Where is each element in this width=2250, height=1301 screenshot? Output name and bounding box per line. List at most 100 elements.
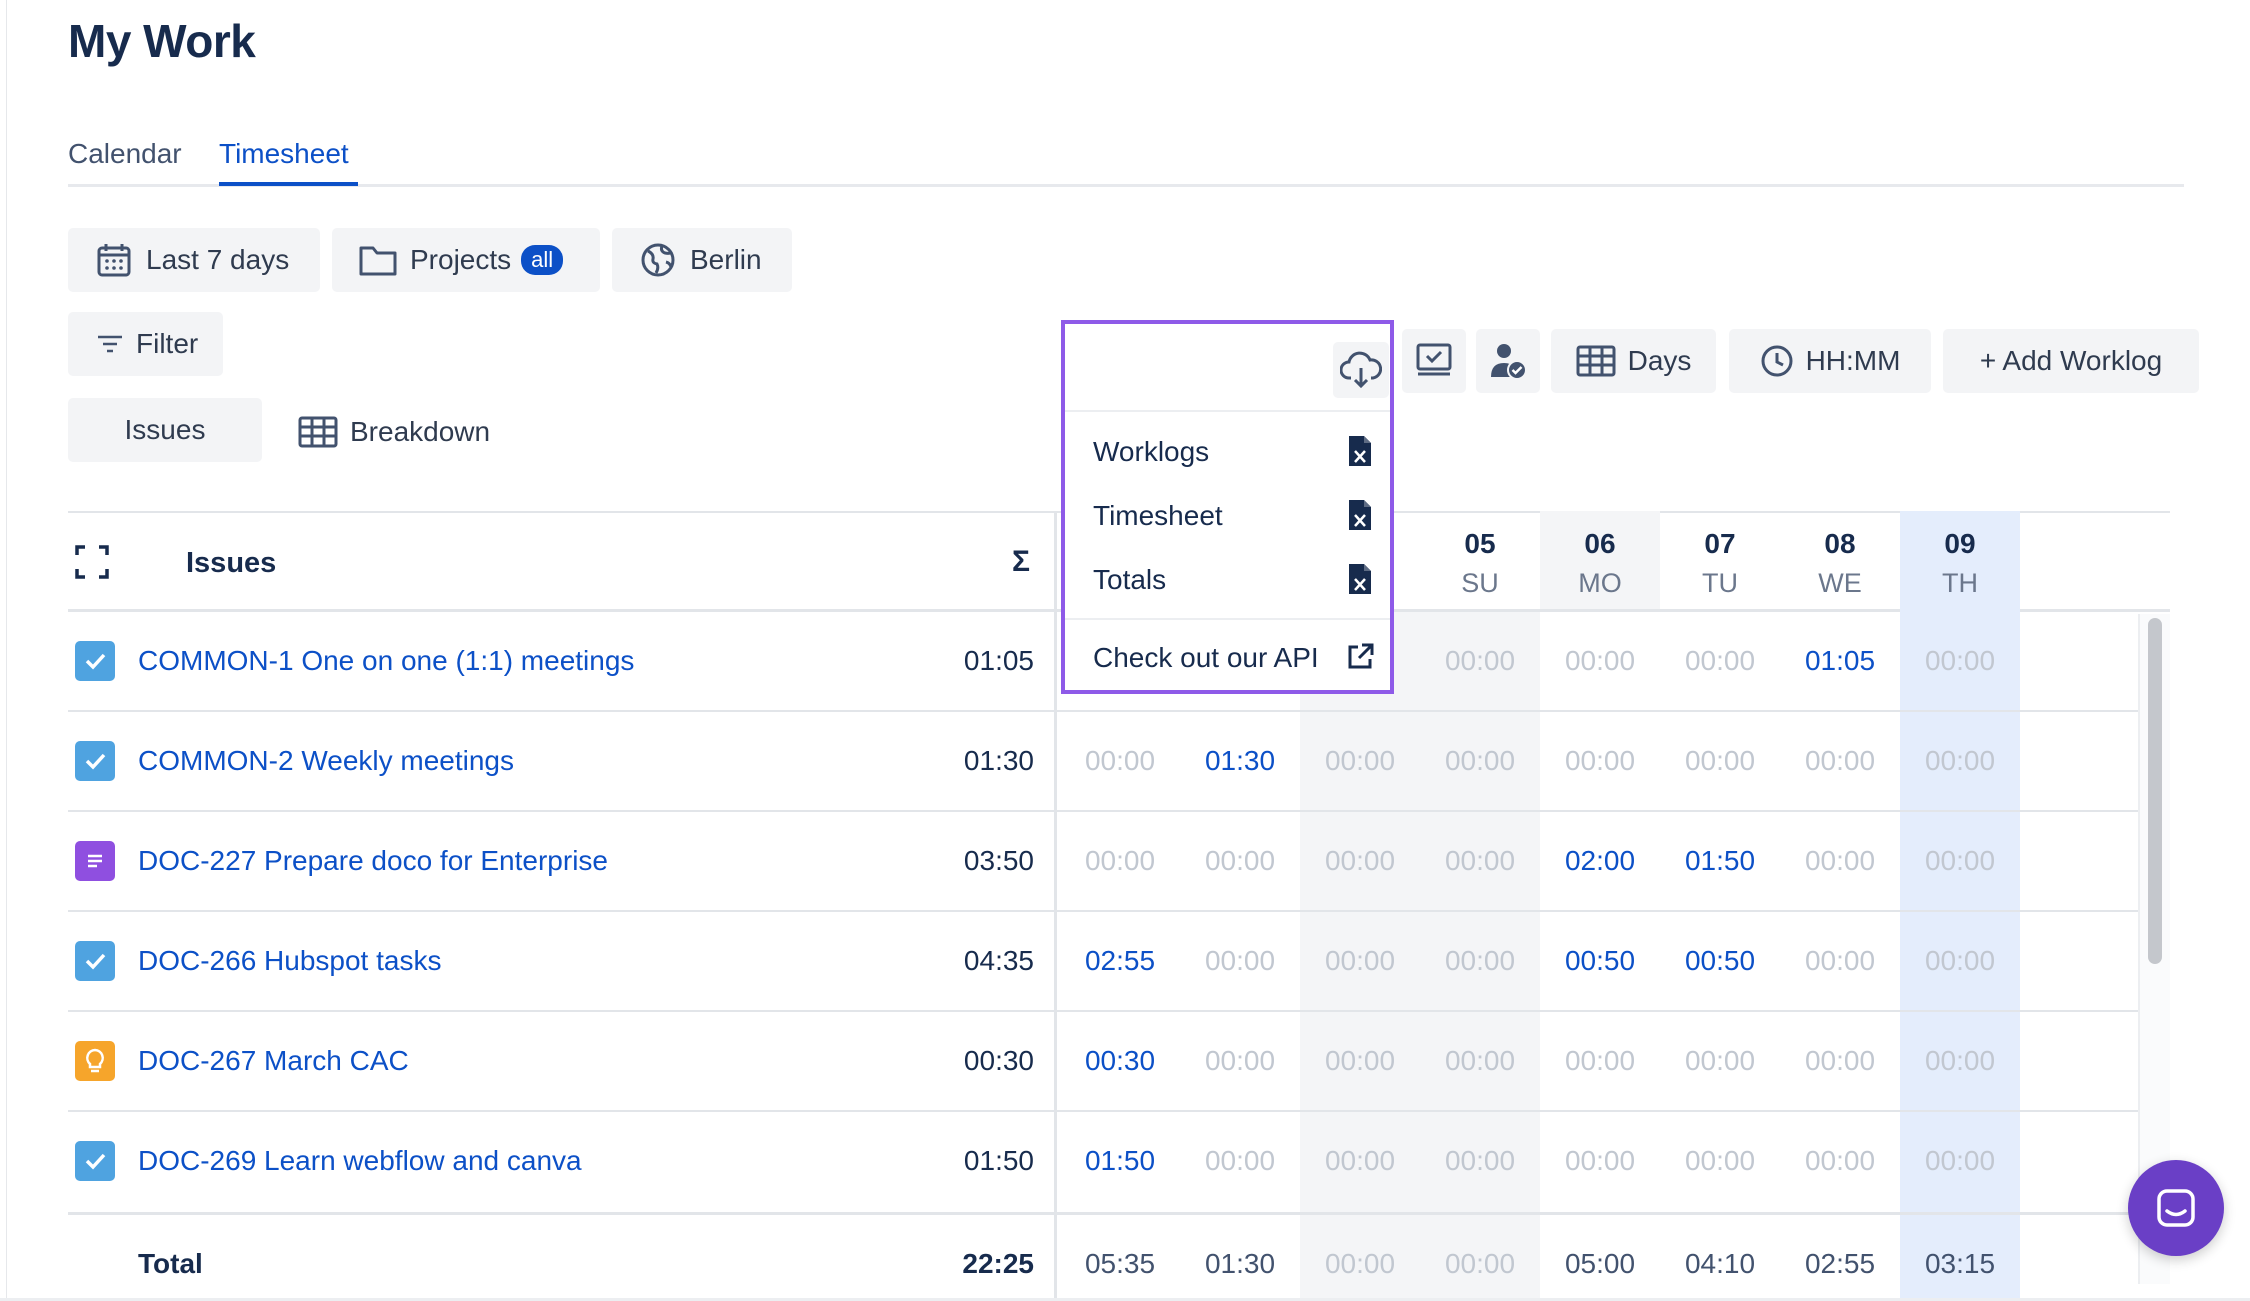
- api-link[interactable]: Check out our API: [1065, 628, 1390, 686]
- time-cell[interactable]: 00:00: [1900, 1045, 2020, 1077]
- export-worklogs-item[interactable]: Worklogs: [1065, 424, 1390, 480]
- filter-label: Filter: [136, 328, 199, 359]
- time-cell[interactable]: 00:00: [1420, 845, 1540, 877]
- grid-icon: [298, 416, 338, 448]
- time-cell[interactable]: 00:00: [1660, 1045, 1780, 1077]
- timezone-button[interactable]: Berlin: [612, 228, 792, 292]
- time-cell[interactable]: 00:30: [1060, 1045, 1180, 1077]
- time-cell[interactable]: 00:00: [1420, 745, 1540, 777]
- time-cell[interactable]: 00:00: [1300, 1145, 1420, 1177]
- row-divider: [68, 1010, 2138, 1012]
- folder-icon: [359, 246, 397, 276]
- timezone-label: Berlin: [690, 244, 762, 275]
- time-cell[interactable]: 01:05: [1780, 645, 1900, 677]
- breakdown-label: Breakdown: [350, 416, 491, 447]
- row-divider: [68, 710, 2138, 712]
- time-cell[interactable]: 00:00: [1180, 945, 1300, 977]
- export-totals-item[interactable]: Totals: [1065, 552, 1390, 608]
- day-number: 07: [1704, 528, 1736, 559]
- time-cell[interactable]: 01:50: [1060, 1145, 1180, 1177]
- time-cell[interactable]: 00:00: [1900, 945, 2020, 977]
- time-cell[interactable]: 01:50: [1660, 845, 1780, 877]
- user-check-icon: [1491, 344, 1527, 380]
- time-cell[interactable]: 00:00: [1780, 745, 1900, 777]
- add-worklog-button[interactable]: + Add Worklog: [1943, 329, 2199, 393]
- time-cell[interactable]: 00:00: [1660, 1145, 1780, 1177]
- time-cell[interactable]: 00:00: [1900, 745, 2020, 777]
- issue-link[interactable]: DOC-269 Learn webflow and canva: [138, 1145, 582, 1177]
- issue-link[interactable]: COMMON-2 Weekly meetings: [138, 745, 514, 777]
- issue-link[interactable]: DOC-227 Prepare doco for Enterprise: [138, 845, 608, 877]
- time-cell[interactable]: 00:00: [1900, 1145, 2020, 1177]
- time-cell[interactable]: 00:00: [1180, 845, 1300, 877]
- time-cell[interactable]: 00:00: [1180, 1045, 1300, 1077]
- time-cell[interactable]: 00:00: [1060, 845, 1180, 877]
- issues-view-label: Issues: [124, 414, 206, 445]
- day-name: MO: [1578, 568, 1622, 598]
- export-button[interactable]: [1333, 342, 1389, 398]
- time-format-button[interactable]: HH:MM: [1729, 329, 1931, 393]
- row-total: 03:50: [963, 845, 1034, 876]
- time-cell[interactable]: 00:00: [1900, 645, 2020, 677]
- breakdown-view-button[interactable]: Breakdown: [298, 410, 490, 454]
- totals-border: [68, 1212, 2170, 1215]
- time-cell[interactable]: 00:00: [1300, 945, 1420, 977]
- time-cell[interactable]: 00:00: [1780, 1145, 1900, 1177]
- tab-timesheet[interactable]: Timesheet: [219, 138, 349, 170]
- day-name: SU: [1461, 568, 1499, 598]
- external-link-icon: [1348, 643, 1374, 669]
- row-total: 04:35: [963, 945, 1034, 976]
- filter-button[interactable]: Filter: [68, 312, 223, 376]
- time-cell[interactable]: 00:00: [1540, 745, 1660, 777]
- timesheet-report-button[interactable]: [1402, 329, 1466, 393]
- time-cell[interactable]: 00:00: [1420, 1145, 1540, 1177]
- row-total: 01:30: [963, 745, 1034, 776]
- time-cell[interactable]: 00:00: [1780, 1045, 1900, 1077]
- monitor-check-icon: [1416, 343, 1452, 376]
- export-timesheet-item[interactable]: Timesheet: [1065, 488, 1390, 544]
- export-timesheet-label: Timesheet: [1093, 500, 1223, 531]
- time-cell[interactable]: 00:50: [1660, 945, 1780, 977]
- issues-view-button[interactable]: Issues: [68, 398, 262, 462]
- today-column-bg: [1900, 511, 2020, 1298]
- time-cell[interactable]: 00:00: [1540, 1045, 1660, 1077]
- day-number: 09: [1944, 528, 1976, 559]
- chat-icon: [2157, 1189, 2195, 1227]
- time-cell[interactable]: 01:30: [1180, 745, 1300, 777]
- time-cell[interactable]: 00:00: [1300, 745, 1420, 777]
- time-cell[interactable]: 02:00: [1540, 845, 1660, 877]
- time-cell[interactable]: 00:50: [1540, 945, 1660, 977]
- time-cell[interactable]: 00:00: [1540, 1145, 1660, 1177]
- export-dropdown: Worklogs Timesheet Totals Check out our …: [1061, 320, 1394, 694]
- time-cell[interactable]: 00:00: [1420, 645, 1540, 677]
- time-cell[interactable]: 00:00: [1300, 845, 1420, 877]
- date-range-button[interactable]: Last 7 days: [68, 228, 320, 292]
- approve-user-button[interactable]: [1476, 329, 1540, 393]
- time-cell[interactable]: 00:00: [1780, 845, 1900, 877]
- projects-button[interactable]: Projects all: [332, 228, 600, 292]
- time-cell[interactable]: 00:00: [1060, 745, 1180, 777]
- expand-icon[interactable]: [74, 544, 110, 580]
- date-range-label: Last 7 days: [146, 244, 290, 275]
- time-cell[interactable]: 02:55: [1060, 945, 1180, 977]
- time-cell[interactable]: 00:00: [1540, 645, 1660, 677]
- chat-launcher-button[interactable]: [2128, 1160, 2224, 1256]
- time-cell[interactable]: 00:00: [1660, 645, 1780, 677]
- cloud-download-icon: [1340, 351, 1382, 389]
- issue-link[interactable]: DOC-266 Hubspot tasks: [138, 945, 441, 977]
- menu-top-divider: [1065, 410, 1390, 412]
- time-cell[interactable]: 00:00: [1420, 1045, 1540, 1077]
- issue-link[interactable]: COMMON-1 One on one (1:1) meetings: [138, 645, 634, 677]
- days-button[interactable]: Days: [1551, 329, 1716, 393]
- weekend-column-bg: [1300, 612, 1540, 1212]
- time-cell[interactable]: 00:00: [1420, 945, 1540, 977]
- time-cell[interactable]: 00:00: [1180, 1145, 1300, 1177]
- issue-link[interactable]: DOC-267 March CAC: [138, 1045, 409, 1077]
- scrollbar-thumb[interactable]: [2148, 618, 2162, 964]
- time-cell[interactable]: 00:00: [1660, 745, 1780, 777]
- globe-icon: [641, 243, 675, 277]
- time-cell[interactable]: 00:00: [1300, 1045, 1420, 1077]
- tab-calendar[interactable]: Calendar: [68, 138, 182, 170]
- time-cell[interactable]: 00:00: [1780, 945, 1900, 977]
- time-cell[interactable]: 00:00: [1900, 845, 2020, 877]
